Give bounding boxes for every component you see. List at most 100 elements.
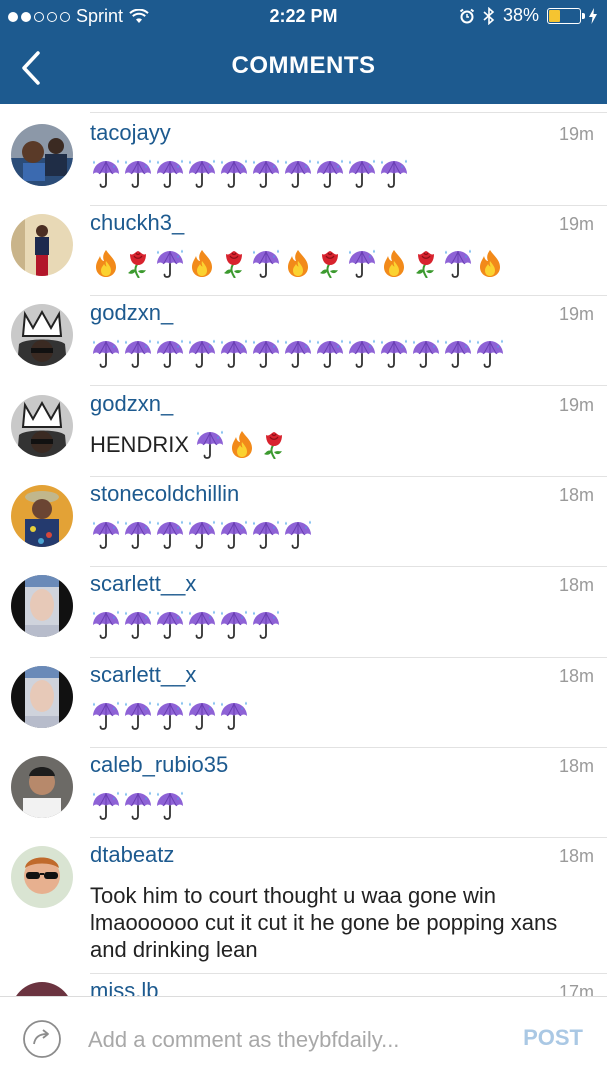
umbrella-rain-emoji (122, 790, 154, 820)
umbrella-rain-emoji (194, 429, 226, 459)
comment-list[interactable]: tacojayy 19m chuckh3_ 19m godzxn_ 19m godzxn_ 1… (0, 104, 607, 996)
comment-time: 19m (558, 395, 594, 415)
avatar[interactable] (11, 982, 73, 996)
avatar[interactable] (11, 485, 73, 547)
fire-emoji (282, 248, 314, 278)
umbrella-rain-emoji (186, 158, 218, 188)
comment-time: 18m (558, 756, 594, 776)
comment-username[interactable]: caleb_rubio35 (90, 752, 228, 778)
rose-emoji (258, 429, 290, 459)
charging-bolt-icon (589, 7, 597, 24)
avatar[interactable] (11, 395, 73, 457)
umbrella-rain-emoji (154, 248, 186, 278)
umbrella-rain-emoji (186, 338, 218, 368)
umbrella-rain-emoji (250, 248, 282, 278)
comment-item[interactable]: caleb_rubio35 18m (0, 748, 607, 838)
avatar[interactable] (11, 124, 73, 186)
umbrella-rain-emoji (122, 609, 154, 639)
umbrella-rain-emoji (154, 790, 186, 820)
battery-icon (547, 7, 585, 24)
comment-emojis (90, 158, 410, 188)
umbrella-rain-emoji (378, 338, 410, 368)
status-bar: Sprint 2:22 PM 38% (0, 0, 607, 34)
status-right: 38% (459, 5, 597, 26)
comment-emojis (90, 338, 506, 368)
umbrella-rain-emoji (474, 338, 506, 368)
umbrella-rain-emoji (410, 338, 442, 368)
fire-emoji (90, 248, 122, 278)
comment-username[interactable]: stonecoldchillin (90, 481, 239, 507)
umbrella-rain-emoji (186, 519, 218, 549)
avatar[interactable] (11, 756, 73, 818)
avatar[interactable] (11, 575, 73, 637)
avatar[interactable] (11, 214, 73, 276)
comment-time: 19m (558, 214, 594, 234)
umbrella-rain-emoji (218, 519, 250, 549)
umbrella-rain-emoji (282, 519, 314, 549)
bluetooth-icon (483, 6, 495, 25)
comment-username[interactable]: scarlett__x (90, 571, 196, 597)
comment-item[interactable]: godzxn_ 19m (0, 296, 607, 386)
umbrella-rain-emoji (218, 700, 250, 730)
comment-item[interactable]: stonecoldchillin 18m (0, 477, 607, 567)
avatar[interactable] (11, 846, 73, 908)
comment-username[interactable]: miss.lb (90, 978, 158, 996)
umbrella-rain-emoji (154, 338, 186, 368)
comment-item[interactable]: miss.lb 17m (0, 974, 607, 996)
comment-item[interactable]: chuckh3_ 19m (0, 206, 607, 296)
comment-item[interactable]: godzxn_ 19m HENDRIX (0, 387, 607, 477)
umbrella-rain-emoji (122, 158, 154, 188)
comment-emojis (90, 248, 506, 278)
comment-username[interactable]: godzxn_ (90, 391, 173, 417)
reply-button[interactable] (22, 1019, 62, 1059)
umbrella-rain-emoji (250, 338, 282, 368)
umbrella-rain-emoji (314, 338, 346, 368)
umbrella-rain-emoji (186, 609, 218, 639)
comment-text: Took him to court thought u waa gone win… (90, 883, 558, 962)
comment-item[interactable]: dtabeatz 18m Took him to court thought u w… (0, 838, 607, 974)
comment-time: 17m (558, 982, 594, 996)
battery-percent: 38% (502, 5, 539, 25)
umbrella-rain-emoji (346, 338, 378, 368)
comment-username[interactable]: scarlett__x (90, 662, 196, 688)
comment-username[interactable]: dtabeatz (90, 842, 174, 868)
rose-emoji (218, 248, 250, 278)
rose-emoji (410, 248, 442, 278)
comment-text: HENDRIX (90, 432, 190, 457)
umbrella-rain-emoji (186, 700, 218, 730)
rose-emoji (122, 248, 154, 278)
avatar[interactable] (11, 304, 73, 366)
comment-username[interactable]: tacojayy (90, 120, 171, 146)
umbrella-rain-emoji (154, 519, 186, 549)
top-bar: Sprint 2:22 PM 38% COMMENTS (0, 0, 607, 104)
umbrella-rain-emoji (282, 158, 314, 188)
umbrella-rain-emoji (218, 338, 250, 368)
umbrella-rain-emoji (442, 338, 474, 368)
comment-item[interactable]: tacojayy 19m (0, 116, 607, 206)
comment-emojis (90, 609, 282, 639)
umbrella-rain-emoji (90, 700, 122, 730)
comment-emojis (90, 790, 186, 820)
umbrella-rain-emoji (122, 700, 154, 730)
comment-item[interactable]: scarlett__x 18m (0, 567, 607, 658)
comment-input[interactable] (88, 1023, 488, 1057)
divider (90, 112, 607, 113)
comment-username[interactable]: chuckh3_ (90, 210, 184, 236)
umbrella-rain-emoji (250, 609, 282, 639)
avatar[interactable] (11, 666, 73, 728)
alarm-icon (459, 8, 475, 23)
comment-username[interactable]: godzxn_ (90, 300, 173, 326)
umbrella-rain-emoji (90, 338, 122, 368)
comment-item[interactable]: scarlett__x 18m (0, 658, 607, 748)
comment-time: 18m (558, 485, 594, 505)
page-title: COMMENTS (231, 52, 376, 79)
umbrella-rain-emoji (154, 158, 186, 188)
comment-emojis (194, 429, 290, 459)
comment-time: 19m (558, 304, 594, 324)
umbrella-rain-emoji (154, 609, 186, 639)
umbrella-rain-emoji (282, 338, 314, 368)
comment-emojis (90, 519, 314, 549)
umbrella-rain-emoji (346, 158, 378, 188)
post-button[interactable]: POST (523, 1025, 583, 1051)
umbrella-rain-emoji (346, 248, 378, 278)
